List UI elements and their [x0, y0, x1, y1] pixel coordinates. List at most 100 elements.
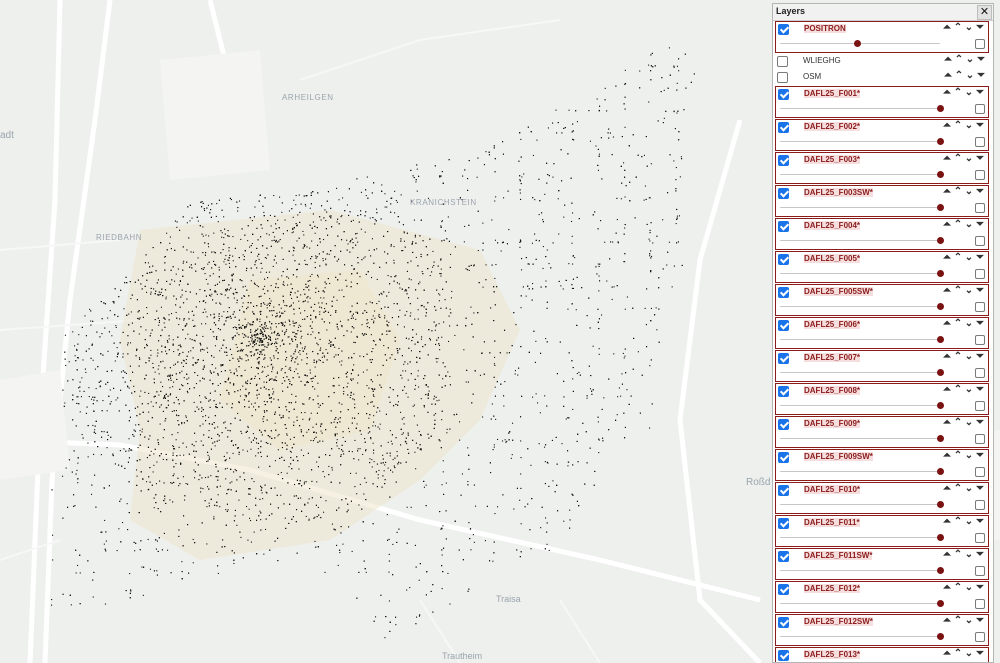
- data-point: [298, 194, 300, 196]
- data-point: [544, 548, 546, 550]
- data-point: [235, 444, 237, 446]
- data-point: [281, 275, 283, 277]
- data-point: [186, 378, 188, 380]
- data-point: [288, 466, 290, 468]
- data-point: [308, 519, 310, 521]
- data-point: [530, 548, 532, 550]
- data-point: [500, 250, 502, 252]
- data-point: [435, 413, 437, 415]
- data-point: [380, 462, 382, 464]
- data-point: [195, 363, 197, 365]
- data-point: [408, 287, 410, 289]
- data-point: [160, 306, 162, 308]
- data-point: [127, 353, 129, 355]
- data-point: [463, 241, 465, 243]
- data-point: [187, 283, 189, 285]
- data-point: [655, 307, 657, 309]
- data-point: [311, 497, 313, 499]
- data-point: [193, 387, 195, 389]
- data-point: [79, 572, 81, 574]
- data-point: [544, 446, 546, 448]
- data-point: [152, 471, 154, 473]
- data-point: [170, 248, 172, 250]
- data-point: [230, 199, 232, 201]
- data-point: [184, 495, 186, 497]
- data-point: [380, 218, 382, 220]
- data-point: [122, 356, 124, 358]
- data-point: [231, 278, 233, 280]
- data-point: [286, 268, 288, 270]
- data-point: [321, 205, 323, 207]
- data-point: [365, 481, 367, 483]
- data-point: [286, 448, 288, 450]
- data-point: [235, 368, 237, 370]
- data-point: [146, 279, 148, 281]
- data-point: [351, 357, 353, 359]
- data-point: [250, 448, 252, 450]
- data-point: [166, 232, 168, 234]
- data-point: [384, 193, 386, 195]
- data-point: [282, 324, 284, 326]
- data-point: [91, 344, 93, 346]
- data-point: [323, 511, 325, 513]
- data-point: [209, 399, 211, 401]
- data-point: [325, 349, 327, 351]
- data-point: [77, 343, 79, 345]
- data-point: [295, 368, 297, 370]
- data-point: [250, 520, 252, 522]
- data-point: [370, 334, 372, 336]
- data-point: [214, 345, 216, 347]
- data-point: [158, 373, 160, 375]
- data-point: [149, 335, 151, 337]
- data-point: [175, 273, 177, 275]
- data-point: [572, 287, 574, 289]
- data-point: [406, 443, 408, 445]
- data-point: [162, 437, 164, 439]
- data-point: [276, 334, 278, 336]
- data-point: [327, 278, 329, 280]
- data-point: [79, 411, 81, 413]
- data-point: [224, 258, 226, 260]
- data-point: [330, 314, 332, 316]
- data-point: [320, 219, 322, 221]
- data-point: [288, 522, 290, 524]
- data-point: [278, 304, 280, 306]
- data-point: [164, 256, 166, 258]
- data-point: [210, 209, 212, 211]
- data-point: [465, 381, 467, 383]
- data-point: [544, 461, 546, 463]
- data-point: [172, 501, 174, 503]
- data-point: [372, 442, 374, 444]
- data-point: [159, 423, 161, 425]
- data-point: [204, 210, 206, 212]
- data-point: [227, 311, 229, 313]
- data-point: [679, 176, 681, 178]
- data-point: [520, 440, 522, 442]
- data-point: [532, 396, 534, 398]
- data-point: [73, 494, 75, 496]
- data-point: [530, 464, 532, 466]
- data-point: [246, 506, 248, 508]
- data-point: [552, 176, 554, 178]
- data-point: [265, 376, 267, 378]
- data-point: [415, 468, 417, 470]
- data-point: [624, 196, 626, 198]
- data-point: [494, 200, 496, 202]
- data-point: [597, 416, 599, 418]
- data-point: [202, 226, 204, 228]
- data-point: [572, 367, 574, 369]
- data-point: [441, 554, 443, 556]
- data-point: [234, 288, 236, 290]
- data-point: [676, 65, 678, 67]
- data-point: [519, 246, 521, 248]
- data-point: [126, 503, 128, 505]
- data-point: [254, 353, 256, 355]
- data-point: [203, 365, 205, 367]
- data-point: [406, 232, 408, 234]
- data-point: [377, 474, 379, 476]
- data-point: [168, 335, 170, 337]
- data-point: [399, 348, 401, 350]
- data-point: [186, 222, 188, 224]
- data-point: [239, 395, 241, 397]
- data-point: [321, 307, 323, 309]
